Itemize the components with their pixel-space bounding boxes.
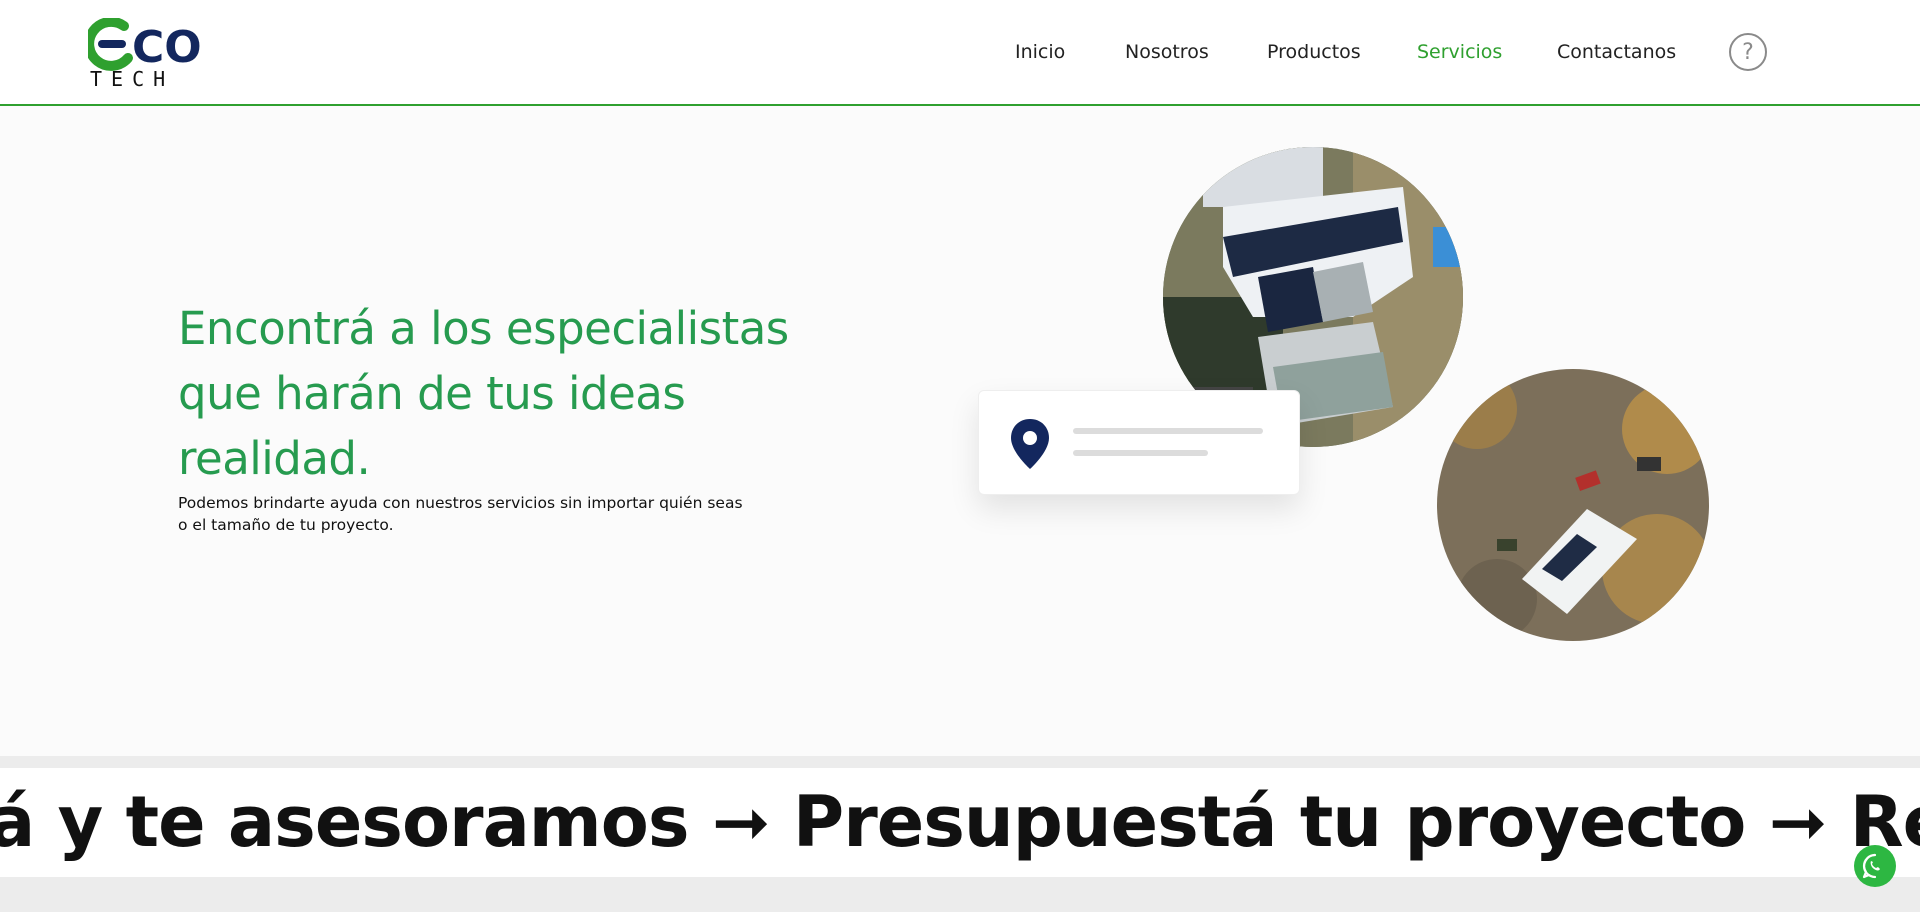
marquee-text: á y te asesoramos ➞ Presupuestá tu proye… [0,781,1920,863]
marquee-band: á y te asesoramos ➞ Presupuestá tu proye… [0,768,1920,877]
logo-text-co: CO [132,22,202,73]
logo-text-tech: TECH [90,67,174,88]
field-house-photo [1437,369,1709,641]
location-card [978,390,1300,495]
placeholder-line [1073,450,1208,456]
nav-productos[interactable]: Productos [1267,41,1361,63]
placeholder-line [1073,428,1263,434]
whatsapp-icon[interactable] [1854,845,1896,887]
nav-inicio[interactable]: Inicio [1015,41,1065,63]
nav-nosotros[interactable]: Nosotros [1125,41,1209,63]
hero-subtitle: Podemos brindarte ayuda con nuestros ser… [178,493,743,534]
nav-contactanos[interactable]: Contactanos [1557,41,1676,63]
ecotech-logo[interactable]: CO TECH [88,18,222,88]
nav-servicios[interactable]: Servicios [1417,41,1502,63]
site-header: CO TECH Inicio Nosotros Productos Servic… [0,0,1920,106]
location-pin-icon [1011,419,1049,469]
help-icon[interactable]: ? [1729,33,1767,71]
hero-title: Encontrá a los especialistas que harán d… [178,302,789,486]
